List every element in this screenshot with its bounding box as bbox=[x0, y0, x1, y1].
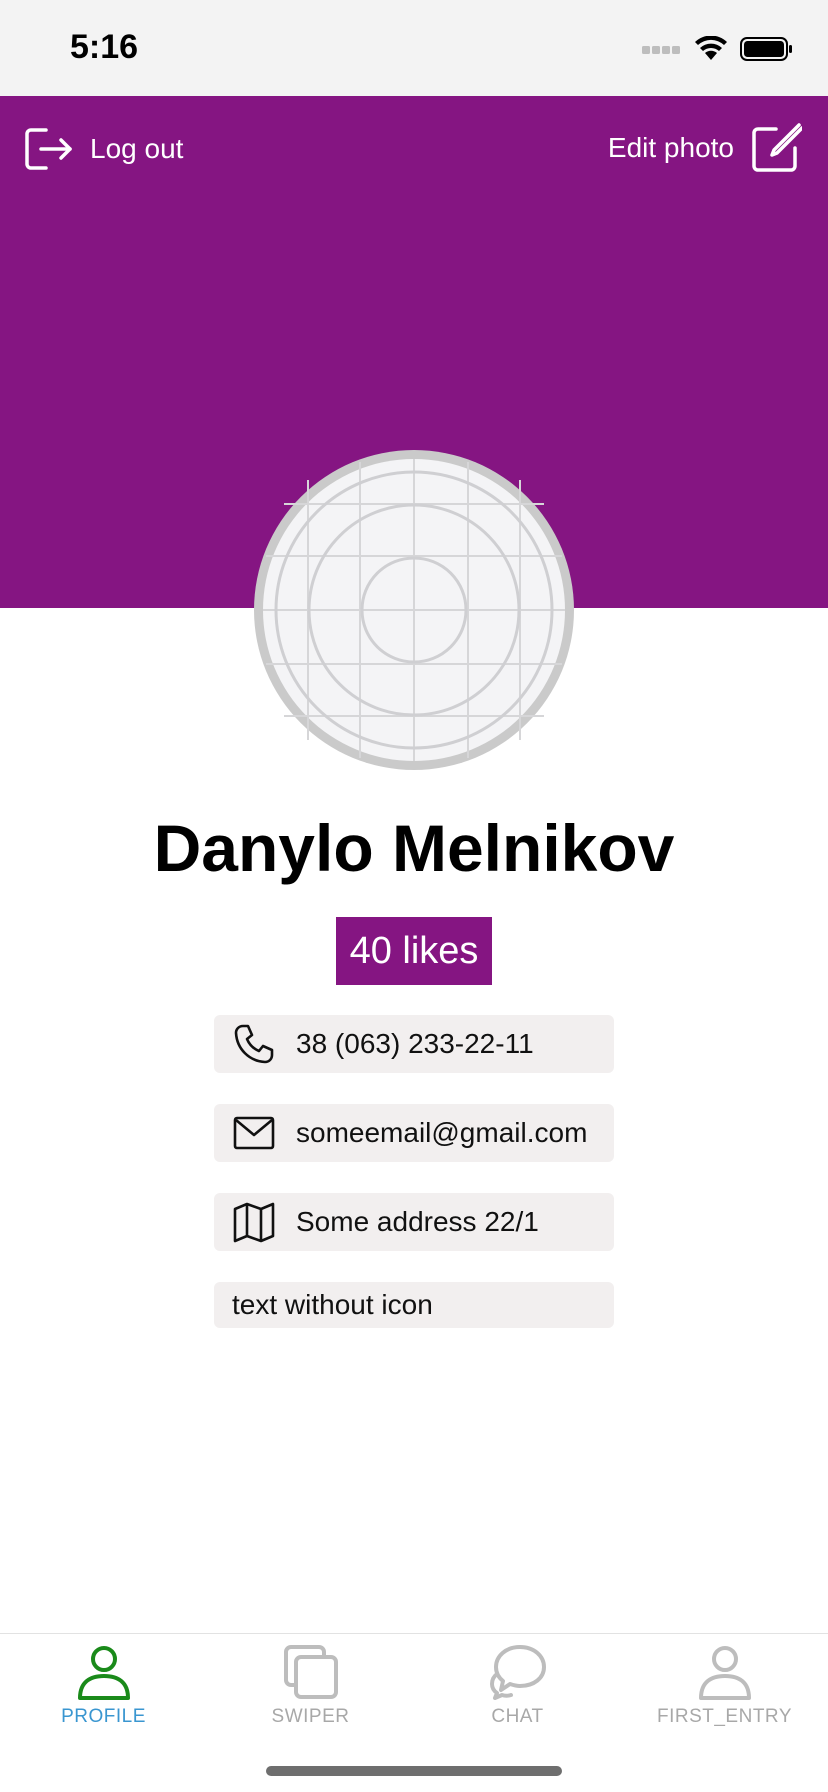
mail-icon bbox=[232, 1111, 276, 1155]
edit-icon bbox=[752, 123, 802, 172]
logout-label: Log out bbox=[90, 133, 184, 164]
address-row[interactable]: Some address 22/1 bbox=[214, 1193, 614, 1251]
profile-name: Danylo Melnikov bbox=[153, 811, 675, 885]
phone-text: 38 (063) 233-22-11 bbox=[296, 1028, 534, 1059]
status-time: 5:16 bbox=[70, 28, 139, 66]
cards-icon bbox=[283, 1645, 338, 1699]
tab-chat-label: CHAT bbox=[491, 1706, 544, 1727]
tab-swiper-label: SWIPER bbox=[271, 1706, 350, 1727]
person-icon bbox=[698, 1646, 751, 1700]
chat-icon bbox=[489, 1645, 546, 1700]
status-icons bbox=[642, 36, 794, 62]
wifi-icon bbox=[695, 36, 727, 60]
tab-profile-label: PROFILE bbox=[61, 1706, 146, 1727]
phone-icon bbox=[232, 1022, 276, 1066]
edit-photo-label: Edit photo bbox=[607, 132, 734, 163]
profile-screen: 5:16 Log out Edit photo Danylo Melnikov … bbox=[0, 0, 828, 1792]
edit-photo-button[interactable]: Edit photo bbox=[608, 120, 802, 176]
status-bar: 5:16 bbox=[0, 0, 828, 96]
plain-text: text without icon bbox=[232, 1289, 433, 1320]
address-text: Some address 22/1 bbox=[296, 1206, 539, 1237]
phone-row[interactable]: 38 (063) 233-22-11 bbox=[214, 1015, 614, 1073]
battery-icon bbox=[740, 37, 792, 61]
email-text: someemail@gmail.com bbox=[296, 1117, 588, 1148]
person-icon bbox=[77, 1646, 130, 1700]
email-row[interactable]: someemail@gmail.com bbox=[214, 1104, 614, 1162]
home-indicator[interactable] bbox=[266, 1766, 562, 1776]
logout-icon bbox=[25, 128, 72, 170]
logout-button[interactable]: Log out bbox=[24, 124, 183, 174]
tab-profile[interactable]: PROFILE bbox=[0, 1644, 207, 1744]
tab-first-entry[interactable]: FIRST_ENTRY bbox=[621, 1644, 828, 1744]
map-icon bbox=[232, 1200, 276, 1244]
avatar-placeholder-icon bbox=[263, 459, 565, 761]
likes-badge: 40 likes bbox=[336, 917, 492, 985]
tab-chat[interactable]: CHAT bbox=[414, 1644, 621, 1744]
signal-icon bbox=[642, 46, 680, 54]
tab-swiper[interactable]: SWIPER bbox=[207, 1644, 414, 1744]
plain-text-row[interactable]: text without icon bbox=[214, 1282, 614, 1328]
avatar[interactable] bbox=[254, 450, 574, 770]
tab-first-entry-label: FIRST_ENTRY bbox=[656, 1706, 792, 1727]
